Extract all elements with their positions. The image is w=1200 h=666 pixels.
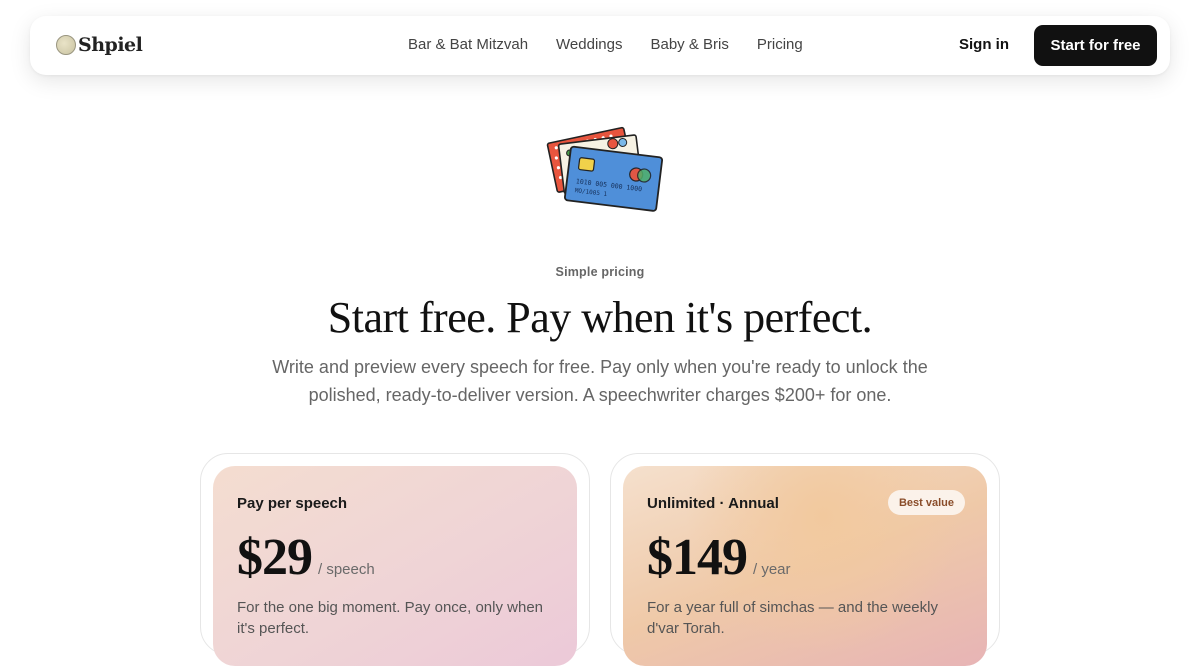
pricing-eyebrow: Simple pricing [555,265,645,279]
plan-description: For a year full of simchas — and the wee… [647,599,938,637]
plan-price: $29 [237,529,313,586]
nav-link-bar-bat-mitzvah[interactable]: Bar & Bat Mitzvah [408,36,528,53]
sign-in-link[interactable]: Sign in [959,36,1009,53]
page-title: Start free. Pay when it's perfect. [327,293,873,342]
start-for-free-button[interactable]: Start for free [1034,25,1157,66]
nav-links: Bar & Bat Mitzvah Weddings Baby & Bris P… [408,36,803,53]
brand-logo[interactable]: Shpiel [56,34,143,56]
plan-price-unit: / speech [318,561,375,578]
hero-subtitle: Write and preview every speech for free.… [272,357,928,405]
nav-link-weddings[interactable]: Weddings [556,36,622,53]
nav-link-pricing[interactable]: Pricing [757,36,803,53]
credit-cards-illustration: 1010 005 000 1000 MO/1005 1 [546,126,664,212]
nav-link-baby-bris[interactable]: Baby & Bris [650,36,728,53]
top-navbar: Shpiel Bar & Bat Mitzvah Weddings Baby &… [30,16,1170,75]
pricing-card-body: Unlimited · Annual Best value $149 / yea… [623,466,987,666]
plan-name: Unlimited · Annual [647,495,779,512]
plan-price-unit: / year [753,561,791,578]
pricing-card-pay-per-speech: Pay per speech $29 / speech For the one … [200,453,590,666]
brand-name: Shpiel [78,34,143,56]
best-value-badge: Best value [887,490,965,515]
plan-name: Pay per speech [237,495,348,512]
plan-price: $149 [647,529,748,586]
price-row: $29 / speech [237,528,375,587]
price-row: $149 / year [647,528,791,587]
pricing-card-body: Pay per speech $29 / speech For the one … [213,466,577,666]
plan-description: For the one big moment. Pay once, only w… [237,599,544,637]
coin-icon [56,35,76,55]
pricing-card-unlimited-annual: Unlimited · Annual Best value $149 / yea… [610,453,1000,666]
